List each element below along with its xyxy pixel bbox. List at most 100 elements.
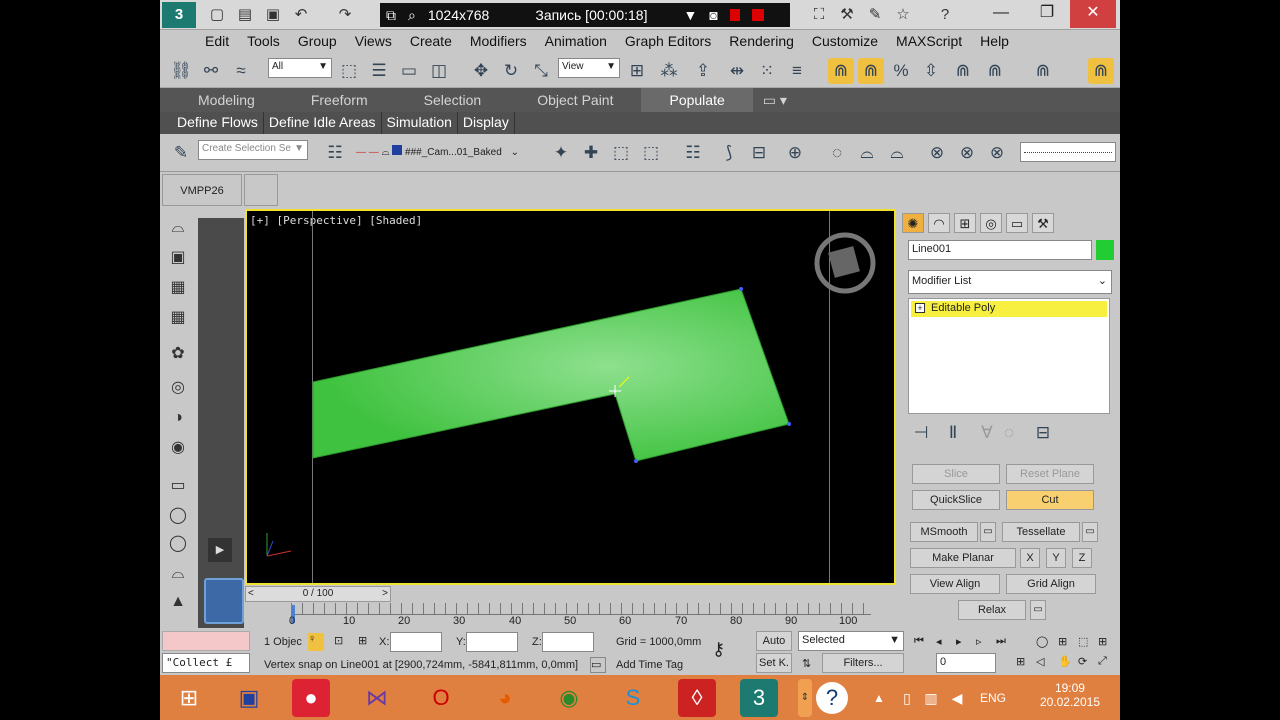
relax-button[interactable]: Relax (958, 600, 1026, 620)
tools-icon[interactable]: ⚒ (838, 6, 856, 24)
render-icon[interactable]: ◉ (165, 436, 191, 460)
menu-modifiers[interactable]: Modifiers (470, 30, 527, 52)
utilities-tab-icon[interactable]: ⚒ (1032, 213, 1054, 233)
mirror-icon[interactable]: ⇹ (724, 58, 750, 84)
curve-editor-icon[interactable]: ⋒ (1030, 58, 1056, 84)
key-filter-icon[interactable]: ⇅ (802, 657, 811, 670)
select-in-layer-icon[interactable]: ⬚ (608, 140, 634, 166)
visual-studio-icon[interactable]: ⋈ (358, 679, 396, 717)
vertex[interactable] (739, 287, 743, 291)
go-to-end-icon[interactable]: ⏭ (996, 635, 1006, 648)
skype-icon[interactable]: S (614, 679, 652, 717)
star-icon[interactable]: ☆ (894, 6, 912, 24)
modifier-list-dropdown[interactable]: Modifier List ⌄ (908, 270, 1112, 294)
empty-tab[interactable] (244, 174, 278, 206)
maxscript-listener-top[interactable] (162, 631, 250, 651)
recorder-app-icon[interactable]: ● (292, 679, 330, 717)
volume-icon[interactable]: ◀ (938, 679, 976, 717)
tab-selection[interactable]: Selection (396, 88, 510, 112)
move-icon[interactable]: ✥ (468, 58, 494, 84)
expand-icon[interactable]: + (915, 303, 925, 313)
subtab-define-flows[interactable]: Define Flows (172, 112, 264, 134)
reference-coord-dropdown[interactable]: View ▼ (558, 58, 620, 78)
camera-icon[interactable]: ◎ (165, 376, 191, 400)
slider-prev-icon[interactable]: < (248, 587, 254, 601)
angle-snap-icon[interactable]: ⋒ (858, 58, 884, 84)
sphere-icon[interactable]: ◯ (165, 504, 191, 528)
render-setup-icon[interactable]: ⊕ (782, 140, 808, 166)
grid-icon[interactable]: ▦ (165, 306, 191, 330)
display-tab-icon[interactable]: ▭ (1006, 213, 1028, 233)
maximize-button[interactable]: ❐ (1024, 0, 1070, 28)
calculator-icon[interactable]: ▦ (165, 276, 191, 300)
time-slider[interactable]: < 0 / 100 > (245, 586, 391, 602)
tessellate-settings-icon[interactable]: ▭ (1082, 522, 1098, 542)
layer-combo[interactable]: — — ⌓ ###_Cam...01_Baked ⌄ (356, 142, 546, 162)
red-app-icon[interactable]: ◊ (678, 679, 716, 717)
rectangular-selection-icon[interactable]: ▭ (396, 58, 422, 84)
next-frame-icon[interactable]: ▹ (976, 635, 982, 648)
lock-selection-icon[interactable]: ♀ (308, 633, 324, 651)
absolute-mode-icon[interactable]: ⊞ (358, 634, 367, 647)
3dsmax-taskbar-icon[interactable]: 3 (740, 679, 778, 717)
pan-icon[interactable]: ✋ (1058, 655, 1072, 668)
link-icon[interactable]: ⛓ (168, 58, 194, 84)
windows-start-icon[interactable]: ⊞ (170, 679, 208, 717)
schematic-view-icon[interactable]: ⋒ (1088, 58, 1114, 84)
help-app-icon[interactable]: ? (816, 682, 848, 714)
material-editor-icon[interactable]: ⊟ (746, 140, 772, 166)
zoom-extents-all-icon[interactable]: ⊞ (1098, 635, 1107, 648)
window-crossing-icon[interactable]: ◫ (426, 58, 452, 84)
undo-icon[interactable]: ↶ (292, 6, 310, 24)
create-layer-icon[interactable]: ✦ (548, 140, 574, 166)
render-teapot-icon[interactable]: ⌓ (854, 140, 880, 166)
maxscript-listener[interactable]: "Collect £ (162, 653, 250, 673)
light-icon[interactable]: ✿ (165, 342, 191, 366)
editable-poly-mesh[interactable] (312, 288, 790, 462)
menu-edit[interactable]: Edit (205, 30, 229, 52)
orbit-icon[interactable]: ⟳ (1078, 655, 1087, 668)
current-frame-field[interactable]: 0 (936, 653, 996, 673)
basket-icon[interactable]: ⌓ (165, 562, 191, 586)
show-end-result-icon[interactable]: Ⅱ (940, 420, 966, 446)
hierarchy-tab-icon[interactable]: ⊞ (954, 213, 976, 233)
rotate-icon[interactable]: ↻ (498, 58, 524, 84)
subtab-define-idle-areas[interactable]: Define Idle Areas (264, 112, 382, 134)
msmooth-button[interactable]: MSmooth (910, 522, 978, 542)
play-icon[interactable]: ▶ (208, 538, 232, 562)
edit-selection-icon[interactable]: ✎ (168, 140, 194, 166)
grid-align-button[interactable]: Grid Align (1006, 574, 1096, 594)
z-coord-field[interactable] (542, 632, 594, 652)
snap-toggle-icon[interactable]: ⋒ (828, 58, 854, 84)
object-name-field[interactable]: Line001 (908, 240, 1092, 260)
system-clock[interactable]: 19:09 20.02.2015 (1040, 681, 1100, 709)
menu-maxscript[interactable]: MAXScript (896, 30, 962, 52)
x-coord-field[interactable] (390, 632, 442, 652)
mirror-axis-icon[interactable]: ⋒ (982, 58, 1008, 84)
teapot-icon[interactable]: ⌓ (165, 216, 191, 240)
scale-icon[interactable]: ⤡ (528, 58, 554, 84)
motion-tab-icon[interactable]: ◎ (980, 213, 1002, 233)
track-view-icon[interactable]: ⟆ (716, 140, 742, 166)
helper-icon[interactable]: ◑ (165, 406, 191, 430)
selection-set-combo[interactable]: Create Selection Se ▼ (198, 140, 308, 160)
minimize-button[interactable]: — (978, 0, 1024, 28)
quickslice-button[interactable]: QuickSlice (912, 490, 1000, 510)
add-to-layer-icon[interactable]: ✚ (578, 140, 604, 166)
close-button[interactable]: ✕ (1070, 0, 1116, 28)
bind-spacewarp-icon[interactable]: ≈ (228, 58, 254, 84)
relax-settings-icon[interactable]: ▭ (1030, 600, 1046, 620)
stop-icon[interactable] (751, 9, 764, 21)
pause-icon[interactable] (729, 9, 740, 21)
planar-z-button[interactable]: Z (1072, 548, 1092, 568)
redo-icon[interactable]: ↷ (336, 6, 354, 24)
menu-help[interactable]: Help (980, 30, 1009, 52)
material-icon[interactable]: ▣ (165, 246, 191, 270)
dope-sheet-icon[interactable]: ⊗ (924, 140, 950, 166)
taskbar-scroll[interactable]: ⇕ (798, 679, 812, 717)
box-icon[interactable]: ▭ (165, 474, 191, 498)
slider-next-icon[interactable]: > (382, 587, 388, 601)
pin-stack-icon[interactable]: ⊣ (908, 420, 934, 446)
add-time-tag[interactable]: Add Time Tag (616, 659, 683, 671)
select-object-icon[interactable]: ⬚ (336, 58, 362, 84)
